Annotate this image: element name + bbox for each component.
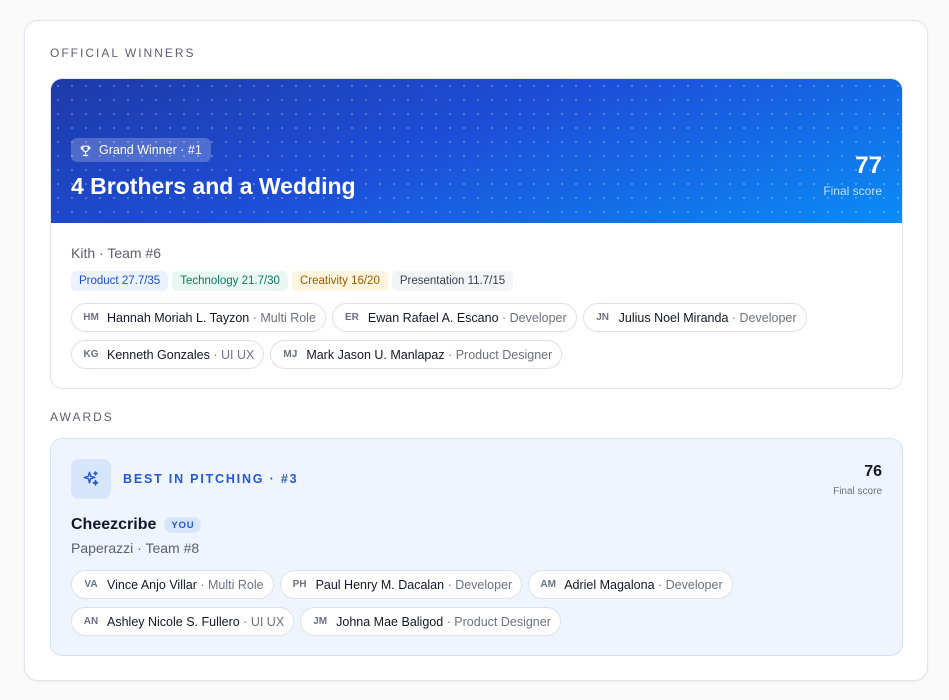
- member-name: Adriel Magalona: [564, 577, 655, 592]
- member-avatar: PH: [292, 579, 307, 590]
- member-role: Developer: [665, 577, 723, 592]
- member-chip[interactable]: AN Ashley Nicole S. Fullero · UI UX: [71, 607, 295, 636]
- grand-winner-card[interactable]: Grand Winner · #1 4 Brothers and a Weddi…: [50, 78, 903, 389]
- member-chip[interactable]: MJ Mark Jason U. Manlapaz · Product Desi…: [270, 340, 563, 369]
- member-role: Product Designer: [455, 347, 553, 362]
- member-avatar: AM: [540, 579, 556, 590]
- you-badge: YOU: [164, 517, 202, 533]
- member-role: UI UX: [220, 347, 255, 362]
- winner-team-line: Kith · Team #6: [71, 245, 162, 261]
- award-project-title: Cheezcribe: [71, 516, 157, 533]
- category-presentation: Presentation 11.7/15: [391, 271, 514, 291]
- category-technology: Technology 21.7/30: [172, 271, 288, 291]
- category-scores: Product 27.7/35 Technology 21.7/30 Creat…: [71, 271, 514, 291]
- member-chip[interactable]: ER Ewan Rafael A. Escano · Developer: [331, 303, 577, 332]
- award-name: BEST IN PITCHING · #3: [123, 472, 299, 486]
- member-chip[interactable]: AM Adriel Magalona · Developer: [528, 570, 733, 599]
- grand-winner-badge-label: Grand Winner · #1: [99, 143, 202, 157]
- winner-members: HM Hannah Moriah L. Tayzon · Multi Role …: [71, 303, 891, 369]
- member-role: Developer: [739, 310, 797, 325]
- member-role: Developer: [455, 577, 513, 592]
- member-name: Hannah Moriah L. Tayzon: [107, 310, 250, 325]
- award-score-caption: Final score: [833, 486, 882, 497]
- member-name: Ashley Nicole S. Fullero: [107, 614, 240, 629]
- member-name: Kenneth Gonzales: [107, 347, 210, 362]
- member-name: Paul Henry M. Dacalan: [315, 577, 445, 592]
- winner-final-score: 77 Final score: [823, 152, 882, 199]
- winner-score-value: 77: [855, 152, 882, 179]
- award-final-score: 76 Final score: [833, 463, 882, 498]
- sparkles-icon: [71, 459, 111, 499]
- member-name: Mark Jason U. Manlapaz: [306, 347, 445, 362]
- member-name: Ewan Rafael A. Escano: [367, 310, 499, 325]
- award-project-title-row: Cheezcribe YOU: [71, 516, 202, 534]
- results-panel: OFFICIAL WINNERS Grand Winner · #1 4 Bro…: [24, 20, 928, 681]
- member-name: Vince Anjo Villar: [107, 577, 197, 592]
- member-name: Johna Mae Baligod: [336, 614, 444, 629]
- member-chip[interactable]: JM Johna Mae Baligod · Product Designer: [300, 607, 561, 636]
- winner-banner: Grand Winner · #1 4 Brothers and a Weddi…: [51, 79, 902, 223]
- member-chip[interactable]: VA Vince Anjo Villar · Multi Role: [71, 570, 274, 599]
- member-role: Developer: [509, 310, 567, 325]
- member-avatar: MJ: [283, 349, 298, 360]
- member-name: Julius Noel Miranda: [618, 310, 729, 325]
- member-avatar: VA: [84, 579, 98, 590]
- member-avatar: JN: [596, 312, 610, 323]
- member-role: Product Designer: [454, 614, 551, 629]
- award-card-best-in-pitching[interactable]: BEST IN PITCHING · #3 76 Final score Che…: [50, 438, 903, 656]
- awards-heading: AWARDS: [50, 410, 114, 424]
- category-creativity: Creativity 16/20: [291, 271, 388, 291]
- category-product: Product 27.7/35: [71, 271, 169, 291]
- member-chip[interactable]: HM Hannah Moriah L. Tayzon · Multi Role: [71, 303, 326, 332]
- member-avatar: KG: [83, 349, 99, 360]
- member-role: UI UX: [250, 614, 285, 629]
- award-team-line: Paperazzi · Team #8: [71, 540, 200, 556]
- grand-winner-badge: Grand Winner · #1: [71, 138, 211, 162]
- winner-score-caption: Final score: [823, 184, 882, 198]
- member-avatar: HM: [83, 312, 99, 323]
- award-members: VA Vince Anjo Villar · Multi Role PH Pau…: [71, 570, 891, 636]
- award-score-value: 76: [864, 463, 882, 480]
- official-winners-heading: OFFICIAL WINNERS: [50, 46, 196, 60]
- member-avatar: ER: [344, 312, 359, 323]
- member-avatar: JM: [313, 616, 328, 627]
- member-avatar: AN: [83, 616, 99, 627]
- member-chip[interactable]: JN Julius Noel Miranda · Developer: [582, 303, 807, 332]
- trophy-icon: [79, 144, 92, 157]
- member-chip[interactable]: KG Kenneth Gonzales · UI UX: [71, 340, 265, 369]
- member-role: Multi Role: [260, 310, 316, 325]
- member-chip[interactable]: PH Paul Henry M. Dacalan · Developer: [279, 570, 523, 599]
- member-role: Multi Role: [207, 577, 264, 592]
- winner-project-title: 4 Brothers and a Wedding: [71, 173, 356, 199]
